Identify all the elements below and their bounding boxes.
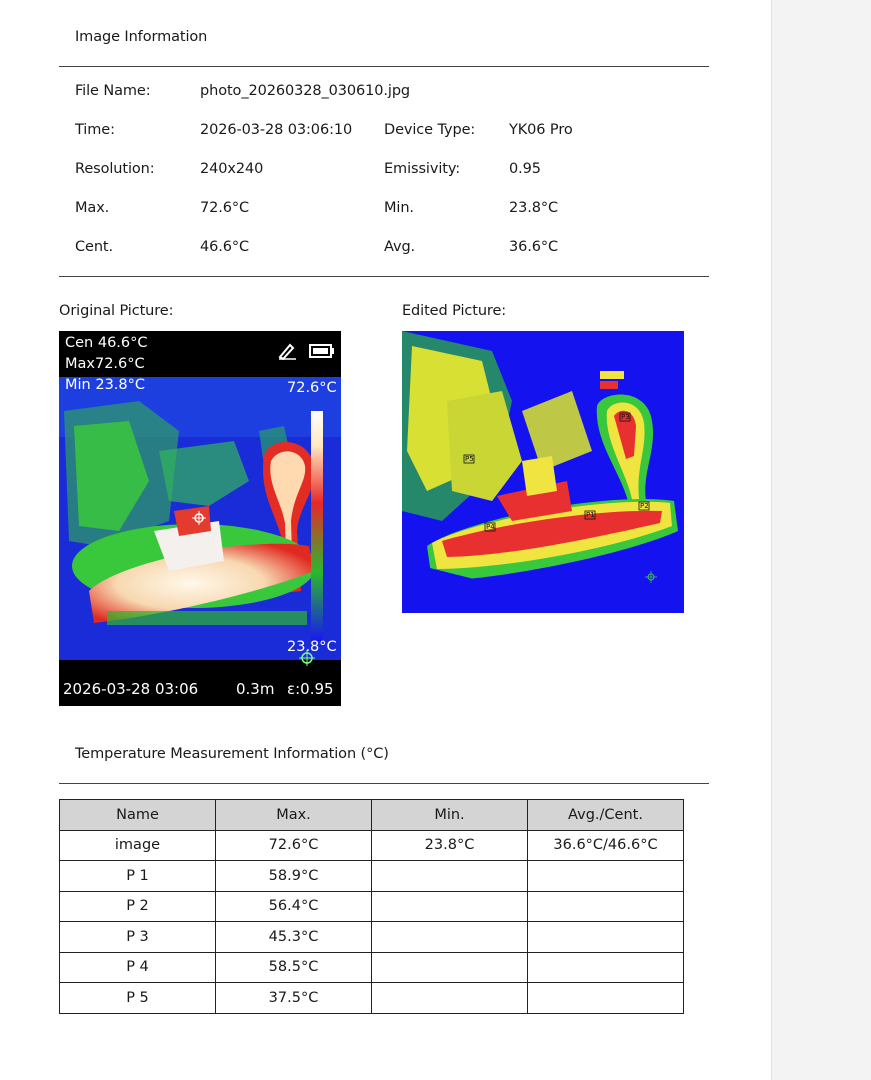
cell-min xyxy=(371,921,528,953)
table-row: P 3 45.3°C xyxy=(59,921,684,953)
avg-label: Avg. xyxy=(384,239,416,255)
cell-avg xyxy=(527,860,684,892)
cell-max: 37.5°C xyxy=(215,982,372,1014)
pen-icon xyxy=(278,343,296,360)
section-title-image-info: Image Information xyxy=(75,29,208,45)
emissivity-value: 0.95 xyxy=(509,161,541,177)
overlay-min-temp: Min 23.8°C xyxy=(65,377,145,393)
file-name-value: photo_20260328_030610.jpg xyxy=(200,83,411,99)
cell-max: 58.5°C xyxy=(215,951,372,983)
cell-avg xyxy=(527,982,684,1014)
cell-name: image xyxy=(59,829,216,861)
divider xyxy=(59,66,709,67)
column-header-max: Max. xyxy=(215,799,372,831)
max-label: Max. xyxy=(75,200,110,216)
point-marker-p3: P3 xyxy=(619,412,631,422)
cell-avg xyxy=(527,951,684,983)
min-label: Min. xyxy=(384,200,414,216)
emissivity-label: Emissivity: xyxy=(384,161,461,177)
file-name-label: File Name: xyxy=(75,83,151,99)
device-type-label: Device Type: xyxy=(384,122,476,138)
table-row: P 2 56.4°C xyxy=(59,890,684,922)
svg-text:P1: P1 xyxy=(586,511,595,519)
overlay-max-temp: Max72.6°C xyxy=(65,356,145,372)
original-picture-label: Original Picture: xyxy=(59,303,174,319)
table-row: image 72.6°C 23.8°C 36.6°C/46.6°C xyxy=(59,829,684,861)
cell-name: P 4 xyxy=(59,951,216,983)
side-panel xyxy=(771,0,871,1080)
point-marker-p2: P2 xyxy=(638,501,650,511)
battery-icon xyxy=(309,344,334,358)
cell-min xyxy=(371,860,528,892)
column-header-name: Name xyxy=(59,799,216,831)
min-value: 23.8°C xyxy=(509,200,559,216)
cell-avg xyxy=(527,890,684,922)
overlay-distance: 0.3m xyxy=(236,680,275,698)
cell-name: P 2 xyxy=(59,890,216,922)
resolution-value: 240x240 xyxy=(200,161,264,177)
point-marker-p1: P1 xyxy=(584,510,596,520)
overlay-datetime: 2026-03-28 03:06 xyxy=(63,680,199,698)
column-header-min: Min. xyxy=(371,799,528,831)
cell-min xyxy=(371,951,528,983)
divider xyxy=(59,276,709,277)
cell-max: 58.9°C xyxy=(215,860,372,892)
cent-label: Cent. xyxy=(75,239,114,255)
cell-name: P 3 xyxy=(59,921,216,953)
cell-min: 23.8°C xyxy=(371,829,528,861)
edited-thermal-scene: P1 P2 P3 P4 P5 xyxy=(402,331,684,613)
overlay-center-temp: Cen 46.6°C xyxy=(65,335,148,351)
table-row: P 1 58.9°C xyxy=(59,860,684,892)
svg-text:P5: P5 xyxy=(465,455,474,463)
table-row: P 4 58.5°C xyxy=(59,951,684,983)
point-marker-p4: P4 xyxy=(484,522,496,532)
divider xyxy=(59,783,709,784)
cell-max: 56.4°C xyxy=(215,890,372,922)
cell-max: 45.3°C xyxy=(215,921,372,953)
max-value: 72.6°C xyxy=(200,200,250,216)
measurement-title: Temperature Measurement Information (°C) xyxy=(75,746,389,762)
svg-text:P3: P3 xyxy=(621,413,630,421)
edited-thermal-image: P1 P2 P3 P4 P5 xyxy=(402,331,684,613)
cell-avg: 36.6°C/46.6°C xyxy=(527,829,684,861)
svg-text:P2: P2 xyxy=(640,502,649,510)
measurement-table: Name Max. Min. Avg./Cent. image 72.6°C 2… xyxy=(59,799,684,1014)
cell-max: 72.6°C xyxy=(215,829,372,861)
svg-text:P4: P4 xyxy=(486,523,495,531)
cell-name: P 5 xyxy=(59,982,216,1014)
point-marker-p5: P5 xyxy=(463,454,475,464)
time-label: Time: xyxy=(75,122,115,138)
cell-avg xyxy=(527,921,684,953)
cell-min xyxy=(371,982,528,1014)
device-type-value: YK06 Pro xyxy=(509,122,573,138)
overlay-emissivity: ε:0.95 xyxy=(287,680,334,698)
cent-value: 46.6°C xyxy=(200,239,250,255)
resolution-label: Resolution: xyxy=(75,161,155,177)
cell-min xyxy=(371,890,528,922)
column-header-avg: Avg./Cent. xyxy=(527,799,684,831)
cell-name: P 1 xyxy=(59,860,216,892)
table-header-row: Name Max. Min. Avg./Cent. xyxy=(59,799,684,831)
edited-picture-label: Edited Picture: xyxy=(402,303,507,319)
original-thermal-image: Cen 46.6°C Max72.6°C Min 23.8°C 72.6°C 2… xyxy=(59,331,341,706)
time-value: 2026-03-28 03:06:10 xyxy=(200,122,353,138)
table-row: P 5 37.5°C xyxy=(59,982,684,1014)
scale-max-temp: 72.6°C xyxy=(287,380,337,396)
avg-value: 36.6°C xyxy=(509,239,559,255)
scale-min-temp: 23.8°C xyxy=(287,639,337,655)
